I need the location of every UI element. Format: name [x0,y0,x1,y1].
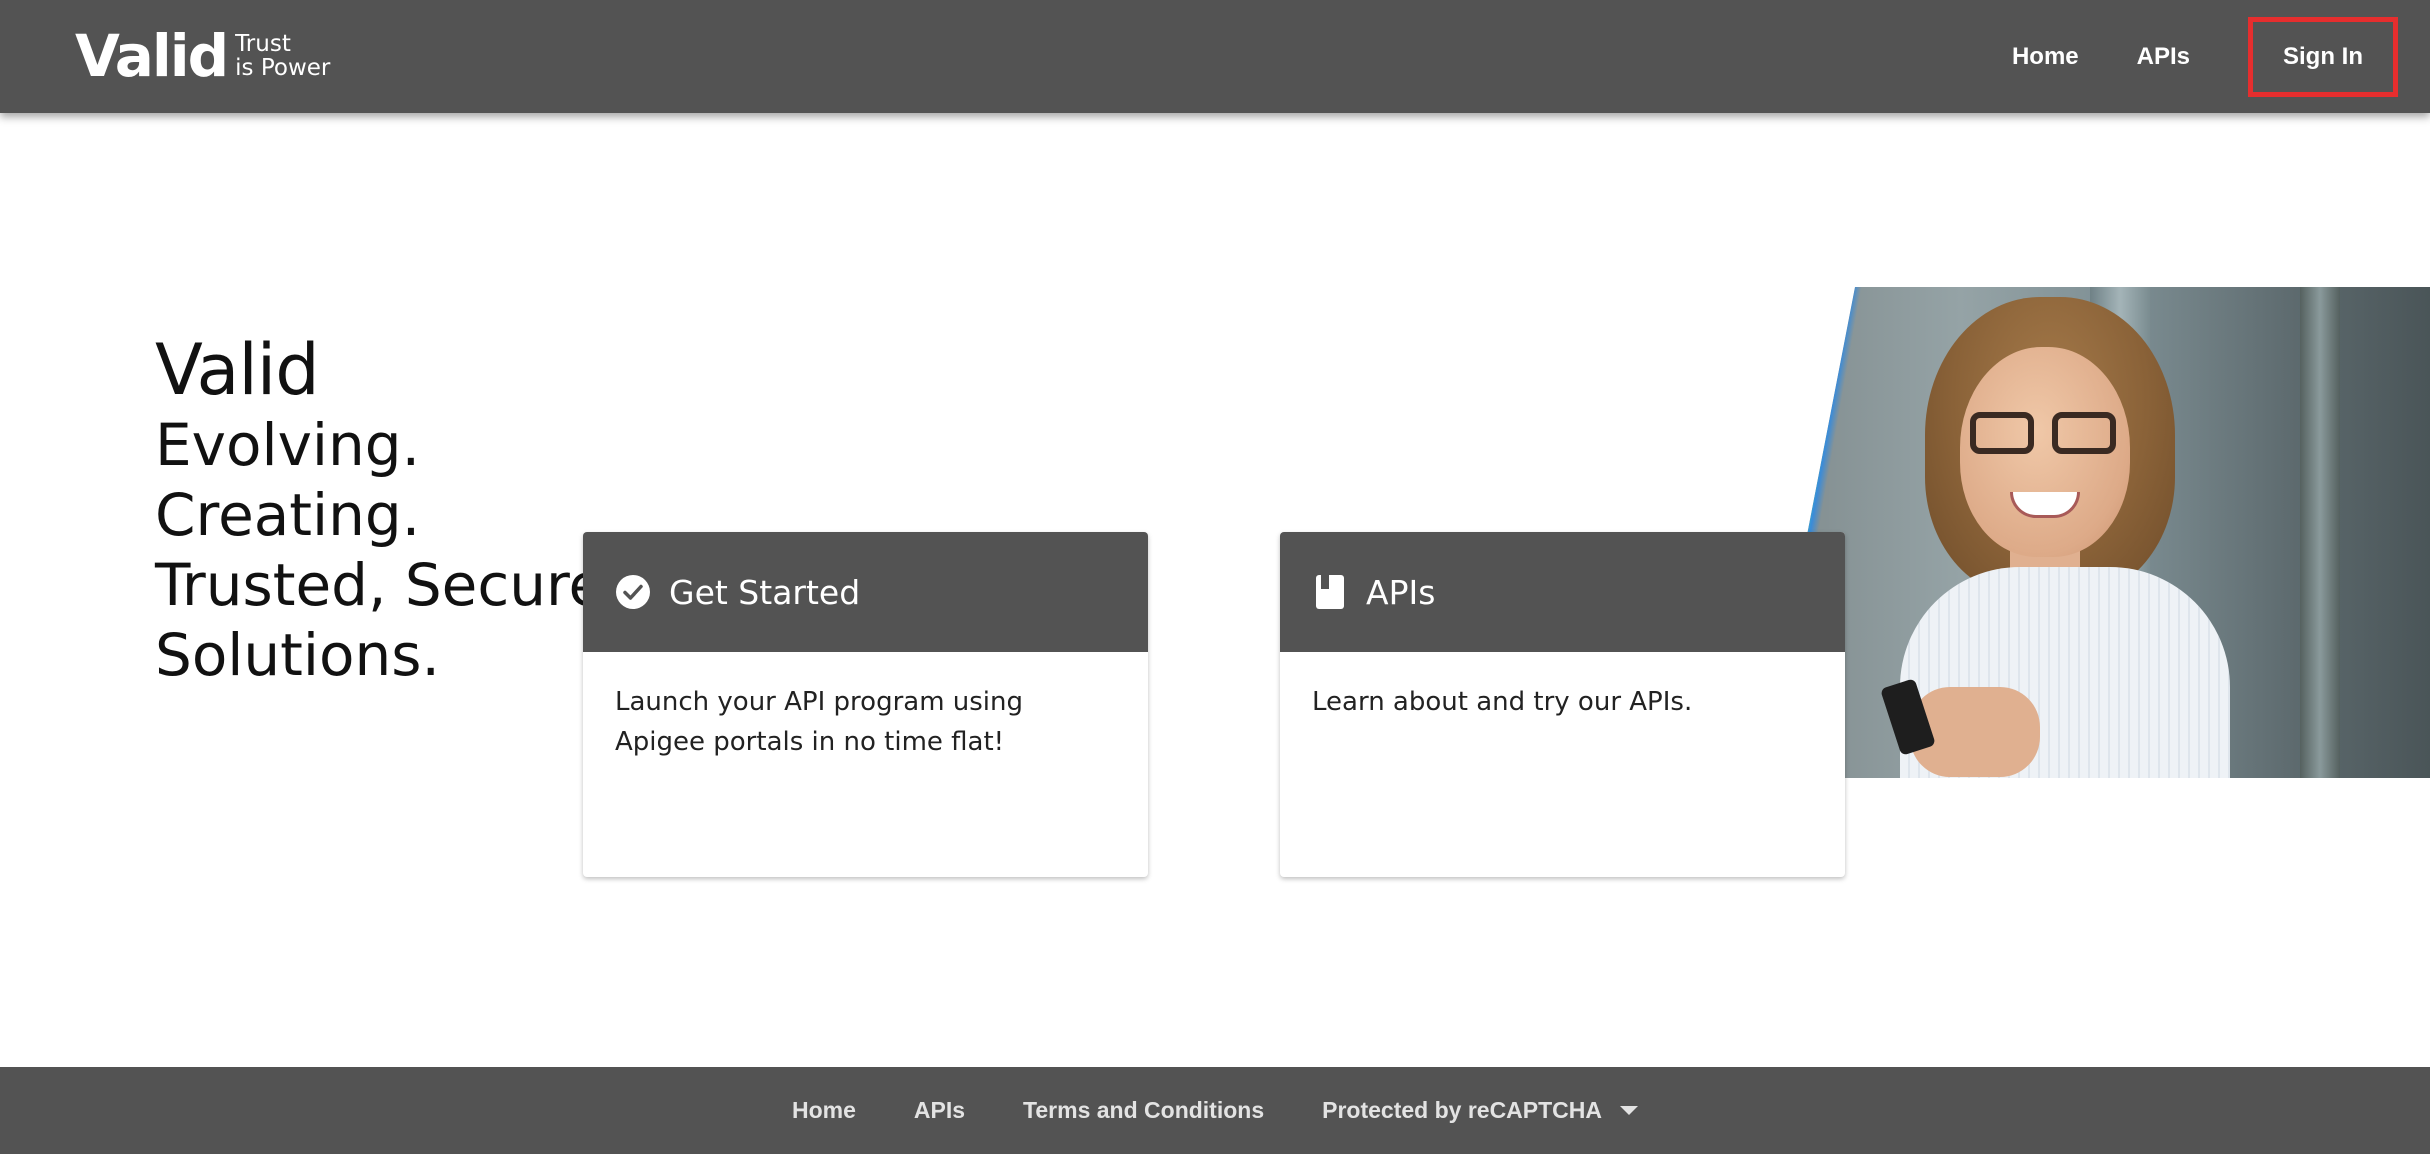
photo-lens [1970,412,2034,454]
footer-home-link[interactable]: Home [792,1097,856,1124]
logo-tagline: Trust is Power [235,32,330,80]
card-description: Learn about and try our APIs. [1312,687,1693,717]
logo-tagline-line-1: Trust [235,31,291,57]
logo-tagline-line-2: is Power [235,55,331,81]
caret-down-icon [1620,1106,1639,1115]
valid-logo[interactable]: Valid Trust is Power [75,26,330,86]
card-header: Get Started [583,532,1148,652]
nav-apis-link[interactable]: APIs [2137,43,2190,71]
footer-terms-link[interactable]: Terms and Conditions [1023,1097,1264,1124]
card-title: APIs [1366,572,1436,612]
card-header: APIs [1280,532,1845,652]
apis-card[interactable]: APIs Learn about and try our APIs. [1280,532,1845,877]
footer-apis-link[interactable]: APIs [914,1097,965,1124]
hero-brand: Valid [155,329,320,411]
logo-wordmark: Valid [75,22,229,90]
recaptcha-label: Protected by reCAPTCHA [1322,1097,1603,1123]
hero-photo-woman-smiling [1760,287,2430,778]
recaptcha-dropdown[interactable]: Protected by reCAPTCHA [1322,1097,1639,1124]
hero-line-3: Trusted, Secure [155,551,605,619]
hero-line-2: Creating. [155,481,421,549]
nav-home-link[interactable]: Home [2012,43,2079,71]
get-started-card[interactable]: Get Started Launch your API program usin… [583,532,1148,877]
top-navbar: Valid Trust is Power Home APIs Sign In [0,0,2430,113]
main-nav: Home APIs Sign In [2012,0,2430,113]
check-circle-icon [615,574,651,610]
photo-person [1870,287,2330,778]
book-icon [1312,574,1348,610]
photo-glasses [1970,412,2120,454]
hero-line-4: Solutions. [155,621,440,689]
footer-bar: Home APIs Terms and Conditions Protected… [0,1067,2430,1154]
hero-line-1: Evolving. [155,411,421,479]
sign-in-button[interactable]: Sign In [2248,16,2398,97]
card-title: Get Started [669,572,861,612]
card-description: Launch your API program using Apigee por… [615,687,1024,757]
photo-lens [2052,412,2116,454]
hero-tagline: Valid Evolving. Creating. Trusted, Secur… [155,330,604,690]
